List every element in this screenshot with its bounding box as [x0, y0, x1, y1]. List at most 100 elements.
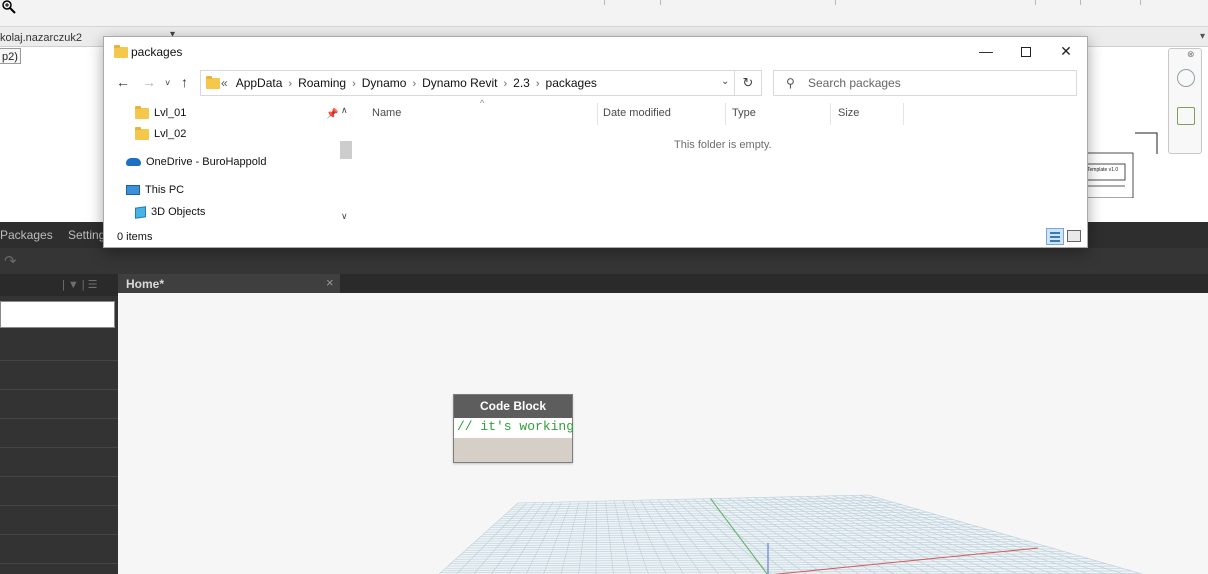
chevron-down-icon[interactable]: ∨ — [341, 211, 348, 222]
ribbon-separator — [1140, 0, 1141, 5]
breadcrumb: « AppData › Roaming › Dynamo › Dynamo Revit › 2.3… — [221, 76, 597, 90]
pin-icon[interactable]: 📌 — [326, 109, 338, 120]
column-header-size[interactable]: Size — [838, 107, 859, 119]
maximize-button[interactable] — [1006, 37, 1046, 65]
folder-icon — [135, 105, 149, 119]
menu-packages[interactable]: Packages — [0, 228, 53, 242]
library-category-row[interactable] — [0, 477, 118, 506]
dynamo-library-panel: |▼|☰ — [0, 274, 118, 574]
refresh-icon: ↻ — [742, 75, 754, 90]
nav-item-3d-objects[interactable]: 3D Objects — [135, 205, 206, 219]
search-box[interactable]: ⚲ — [773, 70, 1077, 96]
folder-icon — [206, 76, 220, 89]
ribbon-separator — [835, 0, 836, 5]
nav-item-this-pc[interactable]: This PC — [126, 184, 184, 196]
nav-item-lvl-02[interactable]: Lvl_02 — [135, 126, 187, 140]
title-bar[interactable]: packages — ✕ — [104, 37, 1087, 67]
library-search-input[interactable] — [0, 301, 115, 328]
code-block-node[interactable]: Code Block // it's working — [453, 394, 574, 463]
folder-icon — [114, 45, 128, 58]
chevron-down-icon[interactable]: ▾ — [1200, 31, 1205, 42]
revit-navigation-bar[interactable] — [1168, 48, 1202, 154]
folder-icon — [135, 126, 149, 140]
back-arrow-icon[interactable]: ← — [116, 74, 130, 90]
column-separator[interactable] — [597, 103, 598, 125]
item-count: 0 items — [117, 231, 153, 243]
chevron-right-icon[interactable]: › — [412, 78, 416, 90]
navigation-bar: ← → ˅ ↑ « AppData › Roaming › Dynamo › Dynamo R… — [104, 67, 1087, 101]
ribbon-separator — [1035, 0, 1036, 5]
navigation-pane: Lvl_01 📌 Lvl_02 OneDrive - BuroHappold T… — [104, 101, 354, 226]
redo-icon[interactable]: ↷ — [4, 252, 17, 270]
ribbon-separator — [1080, 0, 1081, 5]
status-bar: 0 items — [104, 227, 1087, 247]
library-category-row[interactable] — [0, 448, 118, 477]
breadcrumb-segment[interactable]: 2.3 — [513, 76, 530, 90]
nav-item-lvl-01[interactable]: Lvl_01 — [135, 105, 187, 119]
file-explorer-window[interactable]: packages — ✕ ← → ˅ ↑ « AppData › Roaming › Dy… — [103, 36, 1088, 248]
chevron-right-icon[interactable]: › — [503, 78, 507, 90]
details-view-button[interactable] — [1046, 228, 1064, 245]
address-bar[interactable]: « AppData › Roaming › Dynamo › Dynamo Revit › 2.3… — [200, 70, 762, 96]
background-3d-grid — [438, 494, 1144, 574]
zoom-cursor-icon — [2, 0, 16, 14]
nav-item-onedrive[interactable]: OneDrive - BuroHappold — [126, 156, 266, 168]
chevron-up-icon[interactable]: ∧ — [341, 105, 348, 116]
breadcrumb-segment[interactable]: Dynamo — [362, 76, 407, 90]
breadcrumb-segment[interactable]: Dynamo Revit — [422, 76, 497, 90]
library-category-row[interactable] — [0, 361, 118, 390]
chevron-right-icon[interactable]: › — [536, 78, 540, 90]
node-code-editor[interactable]: // it's working — [454, 418, 574, 438]
forward-arrow-icon[interactable]: → — [142, 74, 156, 90]
nav-item-label: OneDrive - BuroHappold — [146, 156, 267, 168]
template-label: Template v1.0 — [1087, 167, 1119, 173]
library-category-row[interactable] — [0, 506, 118, 535]
column-header-type[interactable]: Type — [732, 107, 756, 119]
3d-objects-icon — [135, 205, 146, 219]
workspace-tab-bar: Home* × — [118, 274, 1208, 293]
column-separator[interactable] — [903, 103, 904, 125]
close-icon[interactable]: ⊗ — [1187, 49, 1195, 60]
breadcrumb-segment[interactable]: packages — [546, 76, 597, 90]
column-separator[interactable] — [725, 103, 726, 125]
up-arrow-icon[interactable]: ↑ — [181, 74, 188, 90]
library-header: |▼|☰ — [0, 274, 118, 296]
nav-item-label: Lvl_02 — [154, 128, 187, 140]
column-separator[interactable] — [830, 103, 831, 125]
node-title: Code Block — [454, 395, 572, 418]
nav-item-label: 3D Objects — [151, 206, 206, 218]
chevron-right-icon[interactable]: › — [288, 78, 292, 90]
breadcrumb-segment[interactable]: AppData — [236, 76, 283, 90]
window-title: packages — [131, 45, 183, 59]
column-header-date-modified[interactable]: Date modified — [603, 107, 671, 119]
minimize-button[interactable]: — — [966, 37, 1006, 65]
column-header-name[interactable]: Name — [372, 107, 401, 119]
library-category-row[interactable] — [0, 419, 118, 448]
tab-home[interactable]: Home* × — [118, 274, 340, 293]
zoom-region-icon[interactable] — [1177, 107, 1195, 125]
search-input[interactable] — [808, 74, 1068, 92]
maximize-icon — [1021, 47, 1031, 58]
breadcrumb-segment[interactable]: Roaming — [298, 76, 346, 90]
steering-wheel-icon[interactable] — [1177, 69, 1195, 87]
close-icon[interactable]: × — [326, 275, 334, 290]
chevron-right-icon[interactable]: › — [352, 78, 356, 90]
nav-item-label: This PC — [145, 184, 185, 196]
chevron-down-icon[interactable]: ⌄ — [721, 76, 729, 87]
refresh-button[interactable]: ↻ — [734, 70, 762, 96]
file-list-pane[interactable]: ^ Name Date modified Type Size This fold… — [356, 98, 1087, 226]
library-filter-icon[interactable]: |▼|☰ — [62, 278, 100, 291]
library-category-row[interactable] — [0, 332, 118, 361]
breadcrumb-overflow[interactable]: « — [221, 76, 228, 90]
workspace-canvas[interactable]: Code Block // it's working — [118, 293, 1208, 574]
library-category-row[interactable] — [0, 390, 118, 419]
scroll-thumb[interactable] — [340, 141, 352, 159]
library-category-row[interactable] — [0, 535, 118, 564]
nav-pane-scrollbar[interactable]: ∧ ∨ — [339, 105, 353, 225]
revit-user-tab[interactable]: kolaj.nazarczuk2 — [0, 32, 82, 44]
recent-locations-chevron-icon[interactable]: ˅ — [165, 78, 170, 88]
large-icons-view-button[interactable] — [1067, 230, 1081, 242]
close-button[interactable]: ✕ — [1046, 37, 1086, 65]
minimize-icon: — — [979, 43, 993, 59]
nav-item-label: Lvl_01 — [154, 107, 187, 119]
